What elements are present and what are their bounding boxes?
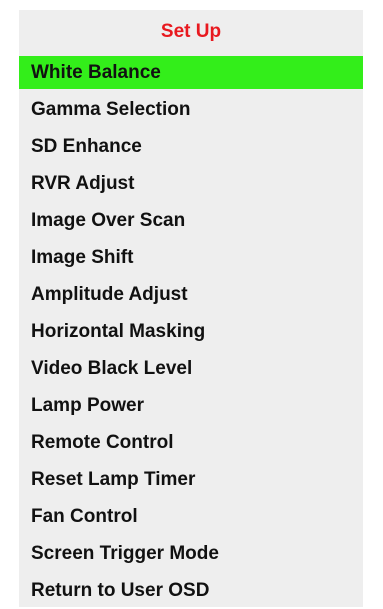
menu-item-remote-control[interactable]: Remote Control <box>19 424 363 461</box>
menu-item-rvr-adjust[interactable]: RVR Adjust <box>19 165 363 202</box>
menu-item-reset-lamp-timer[interactable]: Reset Lamp Timer <box>19 461 363 498</box>
menu-item-screen-trigger-mode[interactable]: Screen Trigger Mode <box>19 535 363 572</box>
menu-item-gamma-selection[interactable]: Gamma Selection <box>19 91 363 128</box>
menu-item-fan-control[interactable]: Fan Control <box>19 498 363 535</box>
menu-item-sd-enhance[interactable]: SD Enhance <box>19 128 363 165</box>
menu-item-horizontal-masking[interactable]: Horizontal Masking <box>19 313 363 350</box>
menu-item-return-to-user-osd[interactable]: Return to User OSD <box>19 572 363 609</box>
menu-title: Set Up <box>160 21 222 42</box>
menu-list: White Balance Gamma Selection SD Enhance… <box>19 56 363 609</box>
menu-item-lamp-power[interactable]: Lamp Power <box>19 387 363 424</box>
menu-item-video-black-level[interactable]: Video Black Level <box>19 350 363 387</box>
setup-menu-panel: Set Up White Balance Gamma Selection SD … <box>19 10 363 607</box>
menu-item-image-over-scan[interactable]: Image Over Scan <box>19 202 363 239</box>
menu-item-white-balance[interactable]: White Balance <box>19 56 363 89</box>
menu-item-image-shift[interactable]: Image Shift <box>19 239 363 276</box>
menu-item-amplitude-adjust[interactable]: Amplitude Adjust <box>19 276 363 313</box>
